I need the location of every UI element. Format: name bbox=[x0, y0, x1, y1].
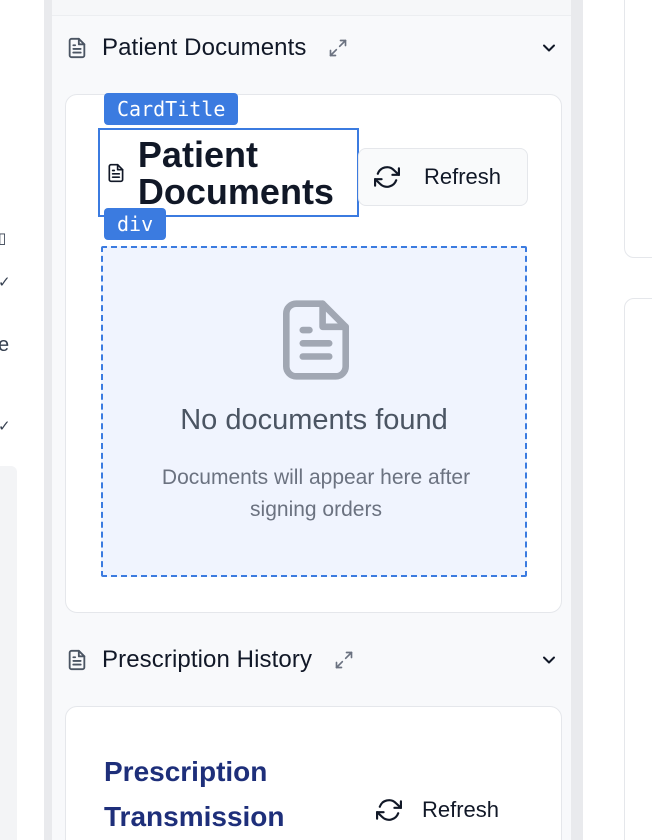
top-strip bbox=[52, 0, 571, 16]
left-panel-text: e bbox=[0, 334, 10, 356]
debug-tag-cardtitle: CardTitle bbox=[104, 93, 239, 125]
chevron-down-icon[interactable] bbox=[539, 38, 559, 58]
card-title-text: Patient Documents bbox=[137, 133, 334, 212]
prescription-card: Prescription Transmission Refresh bbox=[65, 706, 562, 840]
left-panel-bottom bbox=[0, 466, 17, 840]
file-text-icon bbox=[68, 37, 86, 59]
expand-arrows-icon[interactable] bbox=[328, 38, 348, 58]
refresh-label: Refresh bbox=[424, 164, 502, 189]
main-column: Patient Documents Patient Documents Refr… bbox=[52, 0, 571, 840]
section-title: Prescription History bbox=[102, 646, 313, 673]
card-title: Patient Documents bbox=[98, 128, 359, 217]
right-panel-card bbox=[624, 298, 652, 840]
section-header-prescriptions[interactable]: Prescription History bbox=[52, 628, 571, 692]
refresh-icon bbox=[376, 799, 402, 821]
empty-state: No documents found Documents will appear… bbox=[101, 246, 527, 577]
empty-state-subtitle: Documents will appear here after signing… bbox=[161, 466, 471, 521]
left-panel-check-icon: ✓ bbox=[0, 274, 11, 291]
left-panel-icon: ▯ bbox=[0, 230, 7, 247]
refresh-icon bbox=[374, 166, 400, 188]
empty-state-title: No documents found bbox=[180, 404, 448, 436]
refresh-button[interactable]: Refresh bbox=[376, 797, 499, 823]
file-text-icon bbox=[68, 649, 86, 671]
section-title: Patient Documents bbox=[102, 34, 307, 61]
refresh-button[interactable]: Refresh bbox=[358, 148, 528, 206]
app-viewport: ▯ ✓ e ✓ Patient Documents Patient Docume… bbox=[0, 0, 652, 840]
chevron-down-icon[interactable] bbox=[539, 650, 559, 670]
expand-arrows-icon[interactable] bbox=[334, 650, 354, 670]
file-text-icon bbox=[283, 300, 349, 380]
documents-card: Patient Documents Refresh No documents f… bbox=[65, 93, 562, 613]
file-text-icon bbox=[108, 163, 124, 182]
refresh-label: Refresh bbox=[422, 797, 500, 822]
section-header-documents[interactable]: Patient Documents bbox=[52, 16, 571, 80]
debug-tag-div: div bbox=[104, 208, 167, 240]
right-panel-card bbox=[624, 0, 652, 258]
prescription-card-title: Prescription Transmission bbox=[104, 756, 285, 832]
left-panel-check-icon: ✓ bbox=[0, 418, 11, 435]
